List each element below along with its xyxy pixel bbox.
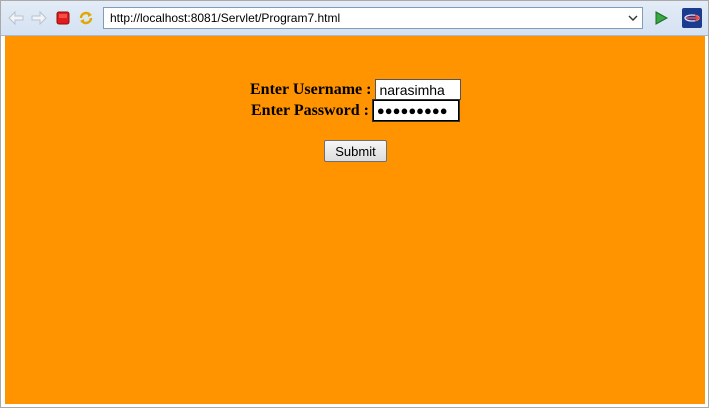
submit-button[interactable]: Submit (324, 140, 387, 162)
refresh-icon[interactable] (77, 9, 95, 27)
back-arrow-icon[interactable] (7, 9, 25, 27)
browser-window: http://localhost:8081/Servlet/Program7.h… (0, 0, 709, 408)
chevron-down-icon[interactable] (624, 8, 642, 28)
browser-logo-icon[interactable] (682, 8, 702, 28)
password-input[interactable]: ●●●●●●●●● (371, 99, 460, 122)
forward-arrow-icon[interactable] (30, 9, 48, 27)
password-row: Enter Password : ●●●●●●●●● (251, 99, 460, 122)
address-text[interactable]: http://localhost:8081/Servlet/Program7.h… (104, 11, 624, 25)
password-label: Enter Password : (251, 101, 369, 119)
username-input[interactable]: narasimha (375, 79, 462, 100)
stop-icon[interactable] (54, 9, 72, 27)
username-row: Enter Username : narasimha (250, 79, 462, 100)
username-label: Enter Username : (250, 80, 372, 98)
address-bar[interactable]: http://localhost:8081/Servlet/Program7.h… (103, 7, 643, 29)
go-play-icon[interactable] (652, 9, 670, 27)
browser-toolbar: http://localhost:8081/Servlet/Program7.h… (1, 1, 708, 36)
page-content: Enter Username : narasimha Enter Passwor… (5, 36, 705, 404)
